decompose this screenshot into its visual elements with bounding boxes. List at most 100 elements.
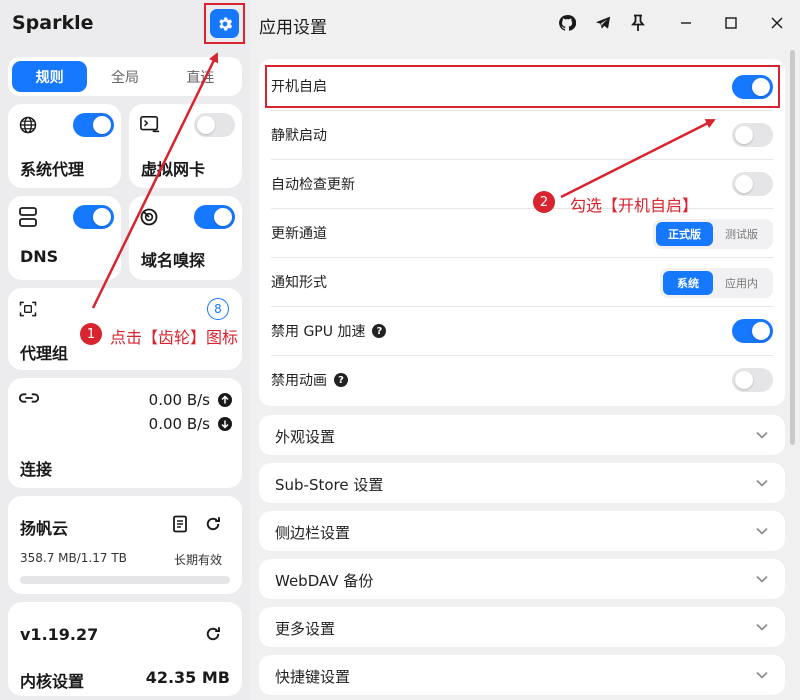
page-title: 应用设置	[259, 18, 327, 38]
pin-icon[interactable]	[628, 13, 648, 33]
mode-tab-direct[interactable]: 直连	[163, 61, 238, 92]
server-icon	[19, 207, 37, 227]
dns-toggle[interactable]	[73, 205, 114, 229]
auto-update-label: 自动检查更新	[271, 177, 355, 193]
github-icon[interactable]	[557, 13, 577, 33]
close-icon[interactable]	[767, 13, 787, 33]
disable-gpu-toggle[interactable]	[732, 319, 773, 343]
section-label: 侧边栏设置	[275, 524, 351, 542]
section-more[interactable]: 更多设置	[259, 607, 785, 647]
dns-card[interactable]: DNS	[8, 196, 121, 280]
core-memory: 42.35 MB	[145, 668, 230, 687]
section-appearance[interactable]: 外观设置	[259, 415, 785, 455]
download-speed: 0.00 B/s	[148, 415, 210, 433]
chevron-down-icon	[756, 575, 768, 583]
section-label: Sub-Store 设置	[275, 476, 384, 494]
radar-icon	[140, 208, 158, 226]
upload-speed: 0.00 B/s	[148, 391, 210, 409]
section-substore[interactable]: Sub-Store 设置	[259, 463, 785, 503]
disable-animation-toggle[interactable]	[732, 368, 773, 392]
gear-highlight-box	[204, 3, 245, 44]
sidebar: Sparkle 规则 全局 直连 系统代理 虚拟网卡 DNS 域名嗅探 8 代理…	[0, 0, 250, 700]
connection-card[interactable]: 0.00 B/s 0.00 B/s 连接	[8, 378, 242, 488]
section-label: WebDAV 备份	[275, 572, 374, 590]
sniff-card[interactable]: 域名嗅探	[129, 196, 242, 280]
step-2-badge: 2	[533, 191, 555, 213]
subscription-name: 扬帆云	[20, 519, 69, 538]
help-icon[interactable]: ?	[372, 324, 387, 338]
chevron-down-icon	[756, 623, 768, 631]
section-label: 更多设置	[275, 620, 336, 638]
section-webdav[interactable]: WebDAV 备份	[259, 559, 785, 599]
sniff-toggle[interactable]	[194, 205, 235, 229]
autostart-highlight-box	[265, 65, 780, 108]
notify-system-option[interactable]: 系统	[663, 271, 713, 295]
silent-start-label: 静默启动	[271, 128, 327, 144]
disable-gpu-label: 禁用 GPU 加速?	[271, 321, 387, 341]
section-shortcuts[interactable]: 快捷键设置	[259, 655, 785, 695]
chevron-down-icon	[756, 527, 768, 535]
chevron-down-icon	[756, 671, 768, 679]
notification-label: 通知形式	[271, 275, 327, 291]
channel-beta-option[interactable]: 测试版	[713, 222, 770, 246]
mode-switch: 规则 全局 直连	[8, 57, 242, 96]
setting-row-update-channel: 更新通道 正式版 测试版	[271, 209, 773, 258]
step-2-text: 勾选【开机自启】	[570, 196, 699, 215]
silent-start-toggle[interactable]	[732, 123, 773, 147]
scrollbar-thumb[interactable]	[790, 50, 795, 445]
telegram-icon[interactable]	[593, 13, 613, 33]
proxy-group-count-badge: 8	[207, 298, 229, 320]
setting-row-disable-gpu: 禁用 GPU 加速?	[271, 307, 773, 356]
subscription-usage: 358.7 MB/1.17 TB	[20, 551, 127, 565]
update-channel-label: 更新通道	[271, 226, 327, 242]
subscription-card[interactable]: 扬帆云 358.7 MB/1.17 TB 长期有效	[8, 496, 242, 594]
tun-toggle[interactable]	[194, 113, 235, 137]
globe-icon	[19, 116, 37, 134]
chevron-down-icon	[756, 479, 768, 487]
core-card[interactable]: v1.19.27 内核设置 42.35 MB	[8, 602, 242, 696]
refresh-icon[interactable]	[204, 515, 222, 533]
notify-inapp-option[interactable]: 应用内	[713, 271, 770, 295]
mode-tab-global[interactable]: 全局	[87, 61, 162, 92]
dns-label: DNS	[20, 247, 59, 266]
sysproxy-toggle[interactable]	[73, 113, 114, 137]
link-icon	[18, 393, 40, 403]
setting-row-silent-start: 静默启动	[271, 111, 773, 160]
subscription-expiry: 长期有效	[173, 553, 222, 567]
app-window: Sparkle 规则 全局 直连 系统代理 虚拟网卡 DNS 域名嗅探 8 代理…	[0, 0, 800, 700]
core-refresh-icon[interactable]	[204, 625, 222, 643]
core-version: v1.19.27	[20, 625, 99, 644]
update-channel-switch: 正式版 测试版	[653, 219, 773, 249]
app-settings-card: 开机自启 静默启动 自动检查更新 更新通道 正式版 测试版 通知形式 系统 应用…	[259, 59, 785, 406]
document-icon[interactable]	[172, 515, 188, 533]
subscription-progress	[20, 576, 230, 584]
channel-stable-option[interactable]: 正式版	[656, 222, 713, 246]
section-label: 快捷键设置	[275, 668, 351, 686]
arrow-down-icon	[218, 417, 232, 431]
disable-animation-label: 禁用动画?	[271, 370, 348, 390]
minimize-icon[interactable]	[676, 13, 696, 33]
maximize-icon[interactable]	[721, 13, 741, 33]
sysproxy-label: 系统代理	[20, 160, 85, 179]
mode-tab-rule[interactable]: 规则	[12, 61, 88, 92]
app-brand: Sparkle	[12, 12, 94, 34]
virtual-nic-icon	[140, 116, 160, 133]
proxy-group-label: 代理组	[20, 344, 69, 363]
proxy-group-icon	[19, 301, 37, 317]
step-1-badge: 1	[80, 323, 102, 345]
help-icon[interactable]: ?	[334, 373, 348, 387]
setting-row-notification: 通知形式 系统 应用内	[271, 258, 773, 307]
connection-label: 连接	[20, 460, 53, 479]
section-sidebar[interactable]: 侧边栏设置	[259, 511, 785, 551]
setting-row-disable-animation: 禁用动画?	[271, 356, 773, 405]
sysproxy-card[interactable]: 系统代理	[8, 104, 121, 188]
step-1-text: 点击【齿轮】图标	[110, 328, 239, 347]
tun-card[interactable]: 虚拟网卡	[129, 104, 242, 188]
core-settings-label: 内核设置	[20, 672, 85, 691]
section-label: 外观设置	[275, 428, 336, 446]
chevron-down-icon	[756, 431, 768, 439]
arrow-up-icon	[218, 393, 232, 407]
auto-update-toggle[interactable]	[732, 172, 773, 196]
notification-switch: 系统 应用内	[660, 268, 773, 298]
sniff-label: 域名嗅探	[141, 251, 206, 270]
